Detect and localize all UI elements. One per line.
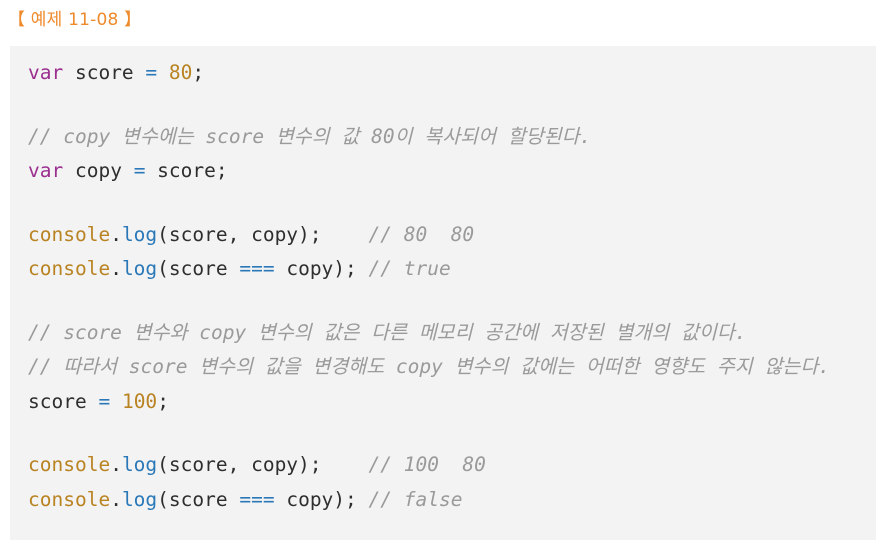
padding [357, 257, 369, 280]
dot: . [110, 222, 122, 246]
console-object: console [28, 487, 111, 511]
arguments-start: (score [157, 487, 240, 511]
code-line-9: console.log(score, copy); // 100 80 [28, 448, 876, 483]
keyword: var [28, 159, 64, 182]
console-object: console [28, 453, 111, 476]
code-line-7: // 따라서 score 변수의 값을 변경해도 copy 변수의 값에는 어떠… [28, 350, 876, 385]
code-line-2: // copy 변수에는 score 변수의 값 80이 복사되어 할당된다. [28, 120, 876, 155]
number-literal: 100 [121, 389, 158, 413]
expression: score; [145, 159, 228, 182]
code-line-10: console.log(score === copy); // false [28, 483, 876, 518]
comment: // score 변수와 copy 변수의 값은 다른 메모리 공간에 저장된 … [28, 320, 747, 344]
dot: . [110, 257, 122, 280]
arguments-end: copy); [274, 487, 357, 511]
log-method: log [121, 453, 158, 476]
comment: // false [368, 487, 463, 511]
comment: // copy 변수에는 score 변수의 값 80이 복사되어 할당된다. [28, 124, 592, 148]
padding [322, 223, 369, 246]
semicolon: ; [192, 61, 205, 84]
arguments: (score, copy); [157, 222, 322, 246]
code-block: var score = 80; // copy 변수에는 score 변수의 값… [10, 46, 876, 540]
log-method: log [121, 487, 158, 511]
comment: // true [368, 257, 451, 280]
code-line-8: score = 100; [28, 385, 876, 420]
console-object: console [28, 222, 111, 246]
strict-equality-operator: === [239, 257, 275, 280]
code-line-6: // score 변수와 copy 변수의 값은 다른 메모리 공간에 저장된 … [28, 316, 876, 351]
operator: = [98, 389, 111, 413]
identifier: score [28, 389, 99, 413]
log-method: log [121, 257, 158, 280]
semicolon: ; [157, 389, 169, 413]
number-literal: 80 [168, 61, 193, 84]
console-object: console [28, 257, 111, 280]
dot: . [110, 487, 122, 511]
padding [357, 488, 369, 511]
padding [322, 453, 369, 476]
identifier: score [63, 61, 146, 84]
arguments: (score, copy); [157, 453, 322, 476]
operator: = [133, 159, 146, 182]
comment: // 80 80 [368, 222, 475, 246]
log-method: log [121, 222, 158, 246]
code-line-1: var score = 80; [28, 56, 876, 91]
comment: // 100 80 [368, 453, 486, 476]
arguments-end: copy); [274, 257, 357, 280]
arguments-start: (score [157, 257, 240, 280]
dot: . [110, 453, 122, 476]
code-line-3: var copy = score; [28, 154, 876, 189]
code-line-5: console.log(score === copy); // true [28, 252, 876, 287]
code-line-4: console.log(score, copy); // 80 80 [28, 218, 876, 253]
keyword: var [28, 61, 64, 84]
strict-equality-operator: === [239, 487, 275, 511]
operator: = [145, 61, 158, 84]
identifier: copy [63, 159, 134, 182]
example-title: 【 예제 11-08 】 [8, 10, 142, 30]
comment: // 따라서 score 변수의 값을 변경해도 copy 변수의 값에는 어떠… [28, 355, 831, 378]
